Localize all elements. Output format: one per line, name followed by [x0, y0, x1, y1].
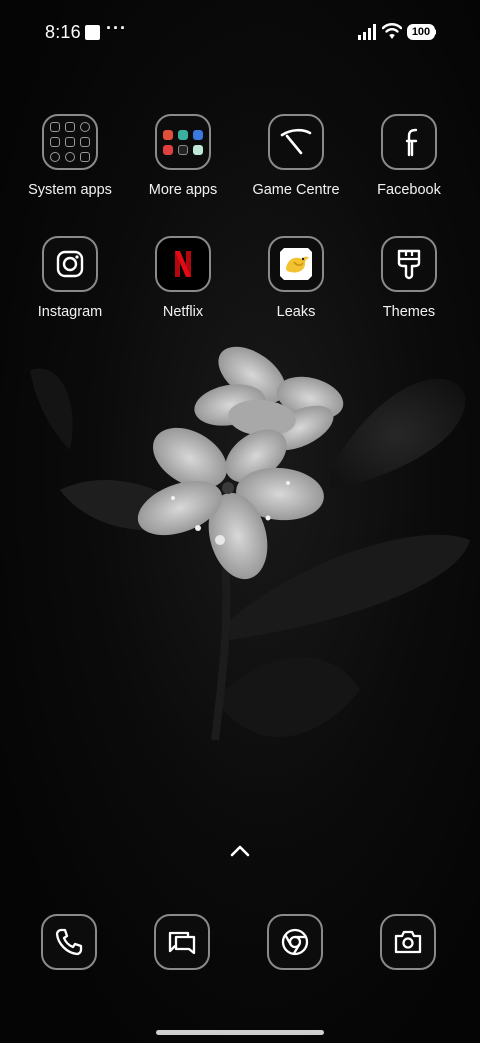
app-system-apps[interactable]: System apps [15, 114, 125, 198]
chrome-icon [267, 914, 323, 970]
app-game-centre[interactable]: Game Centre [241, 114, 351, 198]
wifi-icon [382, 23, 402, 39]
app-themes[interactable]: Themes [354, 236, 464, 320]
game-centre-icon [268, 114, 324, 170]
app-label: Game Centre [252, 182, 340, 198]
notification-icon [85, 25, 100, 40]
home-screen: 8:16 ··· 100 System apps More apps Game … [0, 0, 480, 1043]
app-leaks[interactable]: Leaks [241, 236, 351, 320]
dock-phone[interactable] [41, 914, 97, 970]
battery-indicator: 100 [407, 24, 435, 40]
home-gesture-bar[interactable] [156, 1030, 324, 1035]
more-notifications-icon: ··· [106, 18, 127, 38]
netflix-icon [155, 236, 211, 292]
app-label: Themes [382, 304, 436, 320]
clock: 8:16 [45, 22, 81, 42]
app-instagram[interactable]: Instagram [15, 236, 125, 320]
app-label: Leaks [276, 304, 316, 320]
dock-chrome[interactable] [267, 914, 323, 970]
status-bar: 8:16 ··· 100 [0, 0, 480, 64]
more-apps-folder-icon [155, 114, 211, 170]
app-facebook[interactable]: Facebook [354, 114, 464, 198]
system-apps-folder-icon [42, 114, 98, 170]
facebook-icon [381, 114, 437, 170]
app-netflix[interactable]: Netflix [128, 236, 238, 320]
messages-icon [154, 914, 210, 970]
phone-icon [41, 914, 97, 970]
dock-camera[interactable] [380, 914, 436, 970]
camera-icon [380, 914, 436, 970]
app-label: System apps [28, 182, 112, 198]
app-label: Facebook [377, 182, 441, 198]
app-label: More apps [148, 182, 218, 198]
leaks-bird-icon [268, 236, 324, 292]
instagram-icon [42, 236, 98, 292]
app-label: Netflix [162, 304, 204, 320]
app-label: Instagram [37, 304, 103, 320]
app-more-apps[interactable]: More apps [128, 114, 238, 198]
battery-tip [434, 29, 436, 35]
app-drawer-chevron-up-icon[interactable] [229, 843, 251, 859]
themes-brush-icon [381, 236, 437, 292]
signal-icon [358, 24, 376, 40]
dock-messages[interactable] [154, 914, 210, 970]
